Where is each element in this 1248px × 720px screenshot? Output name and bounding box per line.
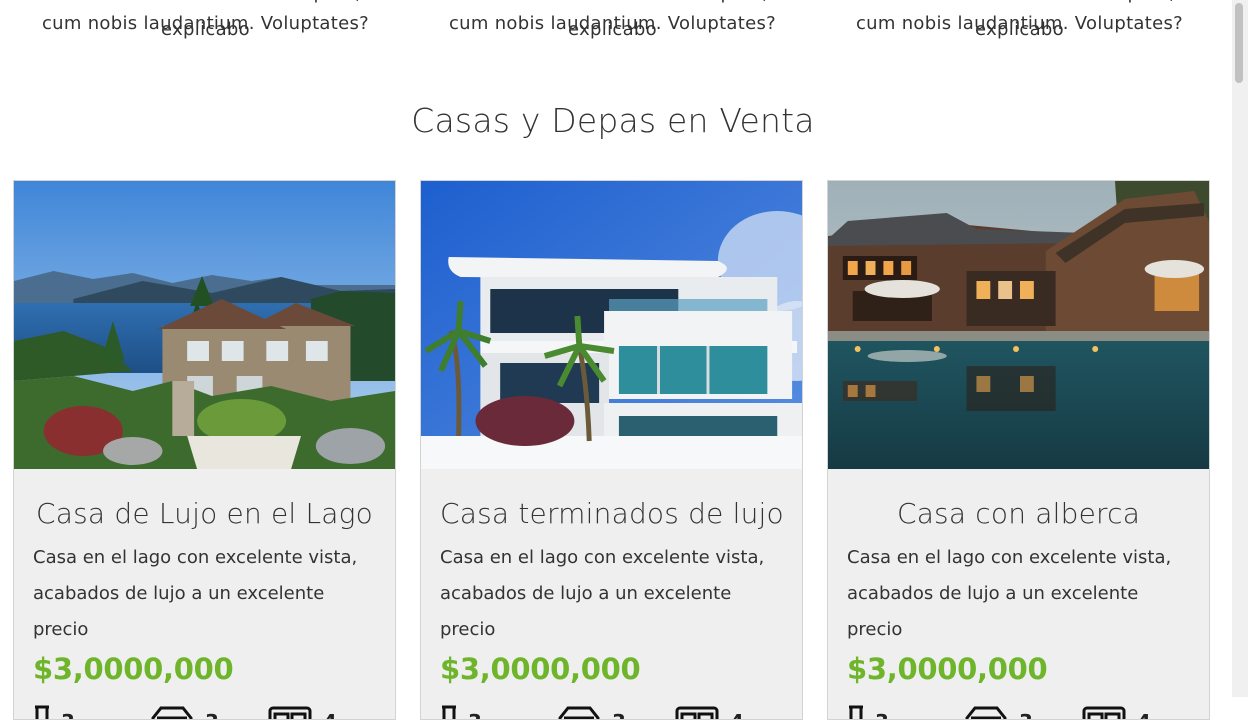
amenities-list: 3 3 4 bbox=[33, 704, 376, 719]
wc-icon bbox=[442, 705, 456, 719]
feature-text: natus dolores reiciendis tempore, explic… bbox=[448, 0, 777, 40]
amenities-list: 3 3 4 bbox=[440, 704, 783, 719]
amenity-parking: 3 bbox=[149, 704, 219, 719]
listing-card[interactable]: Casa terminados de lujo Casa en el lago … bbox=[420, 180, 803, 720]
listing-price: $3,0000,000 bbox=[440, 652, 641, 686]
car-icon bbox=[965, 706, 1007, 719]
listing-price: $3,0000,000 bbox=[33, 652, 234, 686]
amenity-baths: 3 bbox=[33, 704, 75, 719]
listing-image-pool-house[interactable] bbox=[828, 181, 1209, 469]
amenity-rooms: 4 bbox=[674, 704, 744, 719]
amenity-rooms: 4 bbox=[267, 704, 337, 719]
bedroom-icon bbox=[675, 706, 719, 719]
listing-description: Casa en el lago con excelente vista, aca… bbox=[440, 547, 765, 640]
section-title: Casas y Depas en Venta bbox=[411, 101, 815, 140]
amenities-list: 3 3 4 bbox=[847, 704, 1190, 719]
listing-card[interactable]: Casa con alberca Casa en el lago con exc… bbox=[827, 180, 1210, 720]
listing-card[interactable]: Casa de Lujo en el Lago Casa en el lago … bbox=[13, 180, 396, 720]
listing-price: $3,0000,000 bbox=[847, 652, 1048, 686]
feature-text: natus dolores reiciendis tempore, explic… bbox=[41, 0, 370, 40]
vertical-scrollbar[interactable] bbox=[1232, 0, 1248, 697]
listing-title[interactable]: Casa de Lujo en el Lago bbox=[33, 497, 376, 530]
listing-description: Casa en el lago con excelente vista, aca… bbox=[33, 547, 358, 640]
listing-title[interactable]: Casa con alberca bbox=[847, 497, 1190, 530]
listing-image-modern-house[interactable] bbox=[421, 181, 802, 469]
amenity-baths: 3 bbox=[847, 704, 889, 719]
amenity-baths: 3 bbox=[440, 704, 482, 719]
feature-text: natus dolores reiciendis tempore, explic… bbox=[855, 0, 1184, 40]
wc-icon bbox=[35, 705, 49, 719]
listing-description: Casa en el lago con excelente vista, aca… bbox=[847, 547, 1172, 640]
amenity-rooms: 4 bbox=[1081, 704, 1151, 719]
car-icon bbox=[558, 706, 600, 719]
listing-title[interactable]: Casa terminados de lujo bbox=[440, 497, 784, 530]
scrollbar-thumb[interactable] bbox=[1235, 3, 1243, 83]
car-icon bbox=[151, 706, 193, 719]
bedroom-icon bbox=[1082, 706, 1126, 719]
amenity-parking: 3 bbox=[963, 704, 1033, 719]
bedroom-icon bbox=[268, 706, 312, 719]
wc-icon bbox=[849, 705, 863, 719]
features-row: natus dolores reiciendis tempore, explic… bbox=[0, 0, 1232, 50]
amenity-parking: 3 bbox=[556, 704, 626, 719]
listing-image-lake-house[interactable] bbox=[14, 181, 395, 469]
